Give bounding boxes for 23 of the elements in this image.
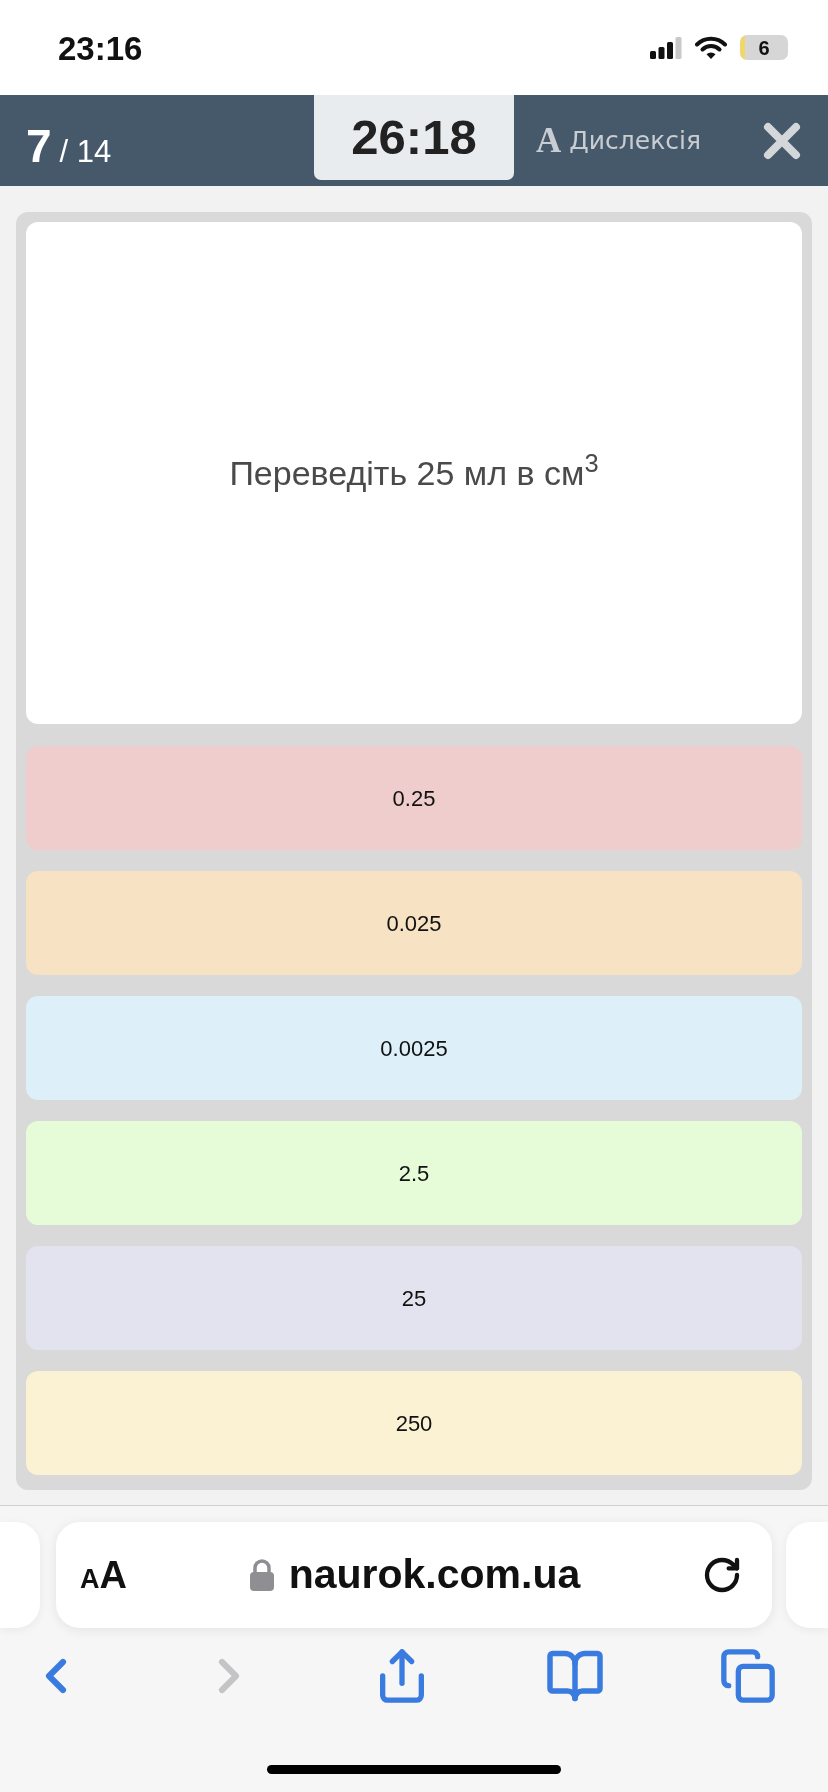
battery-indicator: 6 — [740, 35, 788, 60]
close-icon — [763, 121, 801, 160]
reload-icon — [702, 1555, 742, 1595]
answer-option[interactable]: 2.5 — [26, 1121, 802, 1225]
timer-display: 26:18 — [314, 95, 514, 180]
url-text: naurok.com.ua — [288, 1550, 581, 1600]
status-time: 23:16 — [58, 28, 143, 69]
answer-option[interactable]: 0.025 — [26, 871, 802, 975]
answer-option[interactable]: 250 — [26, 1371, 802, 1475]
reload-button[interactable] — [702, 1555, 742, 1595]
lock-icon — [248, 1559, 275, 1591]
signal-bars-icon — [650, 36, 682, 59]
answer-option[interactable]: 0.25 — [26, 746, 802, 850]
two-squares-icon — [719, 1647, 777, 1705]
question-counter: 7 / 14 — [26, 122, 112, 169]
dyslexia-font-button[interactable]: A Дислексія — [536, 123, 701, 158]
wifi-icon — [695, 35, 727, 60]
address-bar[interactable]: AA naurok.com.ua — [56, 1522, 772, 1628]
text-size-button[interactable]: AA — [80, 1546, 127, 1604]
close-button[interactable] — [763, 121, 801, 160]
answer-option[interactable]: 0.0025 — [26, 996, 802, 1100]
question-text: Переведіть 25 мл в см$^{3}$ — [229, 447, 599, 494]
answer-option[interactable]: 25 — [26, 1246, 802, 1350]
